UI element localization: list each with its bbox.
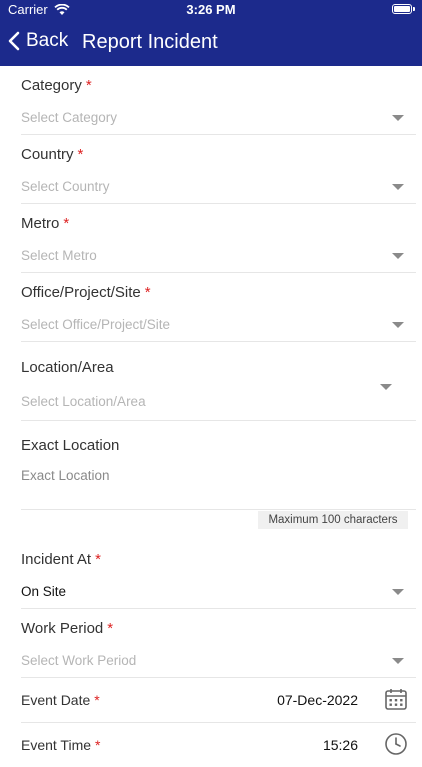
page-title: Report Incident bbox=[82, 31, 218, 53]
chevron-down-icon bbox=[392, 184, 404, 190]
required-marker: * bbox=[144, 284, 151, 301]
back-button[interactable]: Back bbox=[8, 30, 68, 52]
work-period-select[interactable]: Work Period * Select Work Period bbox=[21, 609, 416, 678]
event-time-label: Event Time * bbox=[21, 737, 101, 753]
chevron-down-icon bbox=[392, 115, 404, 121]
event-date-row[interactable]: Event Date * 07-Dec-2022 bbox=[21, 678, 416, 723]
clock-icon[interactable] bbox=[384, 732, 408, 756]
status-bar: Carrier 3:26 PM bbox=[0, 0, 422, 20]
navigation-bar: Back Report Incident bbox=[0, 20, 422, 66]
location-area-label: Location/Area bbox=[21, 359, 114, 376]
office-label: Office/Project/Site * bbox=[21, 284, 151, 301]
incident-at-select[interactable]: Incident At * On Site bbox=[21, 540, 416, 609]
chevron-down-icon bbox=[392, 589, 404, 595]
office-placeholder: Select Office/Project/Site bbox=[21, 317, 171, 332]
status-time: 3:26 PM bbox=[186, 2, 236, 17]
office-select[interactable]: Office/Project/Site * Select Office/Proje… bbox=[21, 273, 416, 342]
exact-location-input[interactable]: Exact Location Exact Location bbox=[21, 421, 416, 510]
event-time-value: 15:26 bbox=[322, 737, 358, 753]
metro-select[interactable]: Metro * Select Metro bbox=[21, 204, 416, 273]
required-marker: * bbox=[95, 737, 101, 753]
required-marker: * bbox=[95, 551, 101, 568]
metro-label: Metro * bbox=[21, 215, 70, 232]
character-limit-hint: Maximum 100 characters bbox=[258, 511, 408, 529]
battery-tip bbox=[413, 7, 415, 11]
chevron-down-icon bbox=[392, 658, 404, 664]
event-time-row[interactable]: Event Time * 15:26 bbox=[21, 723, 416, 767]
required-marker: * bbox=[94, 692, 100, 708]
incident-at-label: Incident At * bbox=[21, 551, 101, 568]
incident-at-value: On Site bbox=[21, 584, 67, 599]
battery-icon bbox=[392, 4, 412, 14]
event-date-value: 07-Dec-2022 bbox=[277, 692, 358, 708]
chevron-down-icon bbox=[392, 322, 404, 328]
location-area-select[interactable]: Location/Area Select Location/Area bbox=[21, 342, 416, 421]
back-label: Back bbox=[26, 30, 69, 51]
required-marker: * bbox=[77, 146, 84, 163]
country-select[interactable]: Country * Select Country bbox=[21, 135, 416, 204]
calendar-icon[interactable] bbox=[384, 687, 408, 711]
work-period-placeholder: Select Work Period bbox=[21, 653, 137, 668]
work-period-label: Work Period * bbox=[21, 620, 114, 637]
location-area-placeholder: Select Location/Area bbox=[21, 394, 146, 409]
exact-location-placeholder: Exact Location bbox=[21, 468, 110, 483]
category-select[interactable]: Category * Select Category bbox=[21, 66, 416, 135]
event-date-label: Event Date * bbox=[21, 692, 100, 708]
required-marker: * bbox=[63, 215, 70, 232]
chevron-down-icon bbox=[392, 253, 404, 259]
category-label: Category * bbox=[21, 77, 92, 94]
chevron-left-icon bbox=[8, 31, 20, 51]
exact-location-label: Exact Location bbox=[21, 437, 120, 454]
required-marker: * bbox=[107, 620, 114, 637]
required-marker: * bbox=[85, 77, 92, 94]
country-label: Country * bbox=[21, 146, 84, 163]
category-placeholder: Select Category bbox=[21, 110, 118, 125]
chevron-down-icon bbox=[380, 384, 392, 390]
country-placeholder: Select Country bbox=[21, 179, 110, 194]
metro-placeholder: Select Metro bbox=[21, 248, 97, 263]
